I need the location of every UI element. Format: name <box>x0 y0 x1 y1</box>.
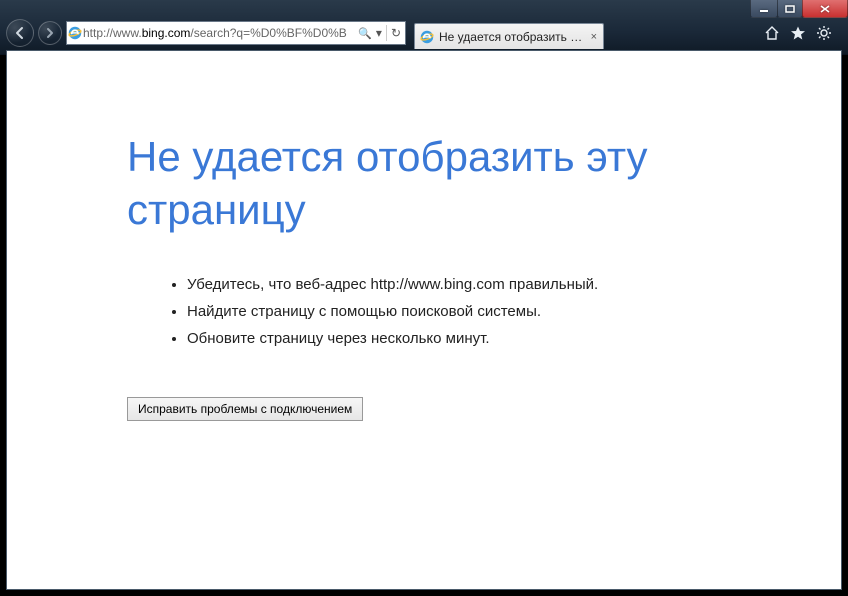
error-heading: Не удается отобразить эту страницу <box>127 131 747 236</box>
ie-favicon-icon <box>67 25 83 41</box>
error-suggestion-list: Убедитесь, что веб-адрес http://www.bing… <box>127 276 841 347</box>
tab-close-button[interactable]: × <box>591 31 597 43</box>
favorites-icon[interactable] <box>790 25 806 41</box>
back-button[interactable] <box>6 19 34 47</box>
navigation-row: http://www.bing.com/search?q=%D0%BF%D0%B… <box>0 18 848 48</box>
address-bar[interactable]: http://www.bing.com/search?q=%D0%BF%D0%B… <box>66 21 406 45</box>
address-tools: 🔍 ▾ ↻ <box>354 25 405 41</box>
address-dropdown-icon[interactable]: ▾ <box>376 26 382 40</box>
error-page: Не удается отобразить эту страницу Убеди… <box>7 51 841 421</box>
search-icon[interactable]: 🔍 <box>358 27 372 40</box>
error-suggestion-item: Убедитесь, что веб-адрес http://www.bing… <box>187 276 841 293</box>
browser-tab[interactable]: Не удается отобразить эту... × <box>414 23 604 49</box>
tab-title: Не удается отобразить эту... <box>439 30 587 44</box>
window-close-button[interactable] <box>802 0 848 18</box>
browser-chrome: http://www.bing.com/search?q=%D0%BF%D0%B… <box>0 0 848 55</box>
home-icon[interactable] <box>764 25 780 41</box>
error-suggestion-item: Обновите страницу через несколько минут. <box>187 330 841 347</box>
tools-icon[interactable] <box>816 25 832 41</box>
separator <box>386 25 387 41</box>
tab-favicon-icon <box>419 29 435 45</box>
refresh-icon[interactable]: ↻ <box>391 26 401 40</box>
window-caption-buttons <box>751 0 848 20</box>
forward-button[interactable] <box>38 21 62 45</box>
fix-connection-button[interactable]: Исправить проблемы с подключением <box>127 397 363 421</box>
window-minimize-button[interactable] <box>750 0 778 18</box>
address-url: http://www.bing.com/search?q=%D0%BF%D0%B <box>83 26 354 40</box>
window-maximize-button[interactable] <box>777 0 803 18</box>
toolbar-icons <box>764 25 842 41</box>
error-suggestion-item: Найдите страницу с помощью поисковой сис… <box>187 303 841 320</box>
page-viewport: Не удается отобразить эту страницу Убеди… <box>6 50 842 590</box>
